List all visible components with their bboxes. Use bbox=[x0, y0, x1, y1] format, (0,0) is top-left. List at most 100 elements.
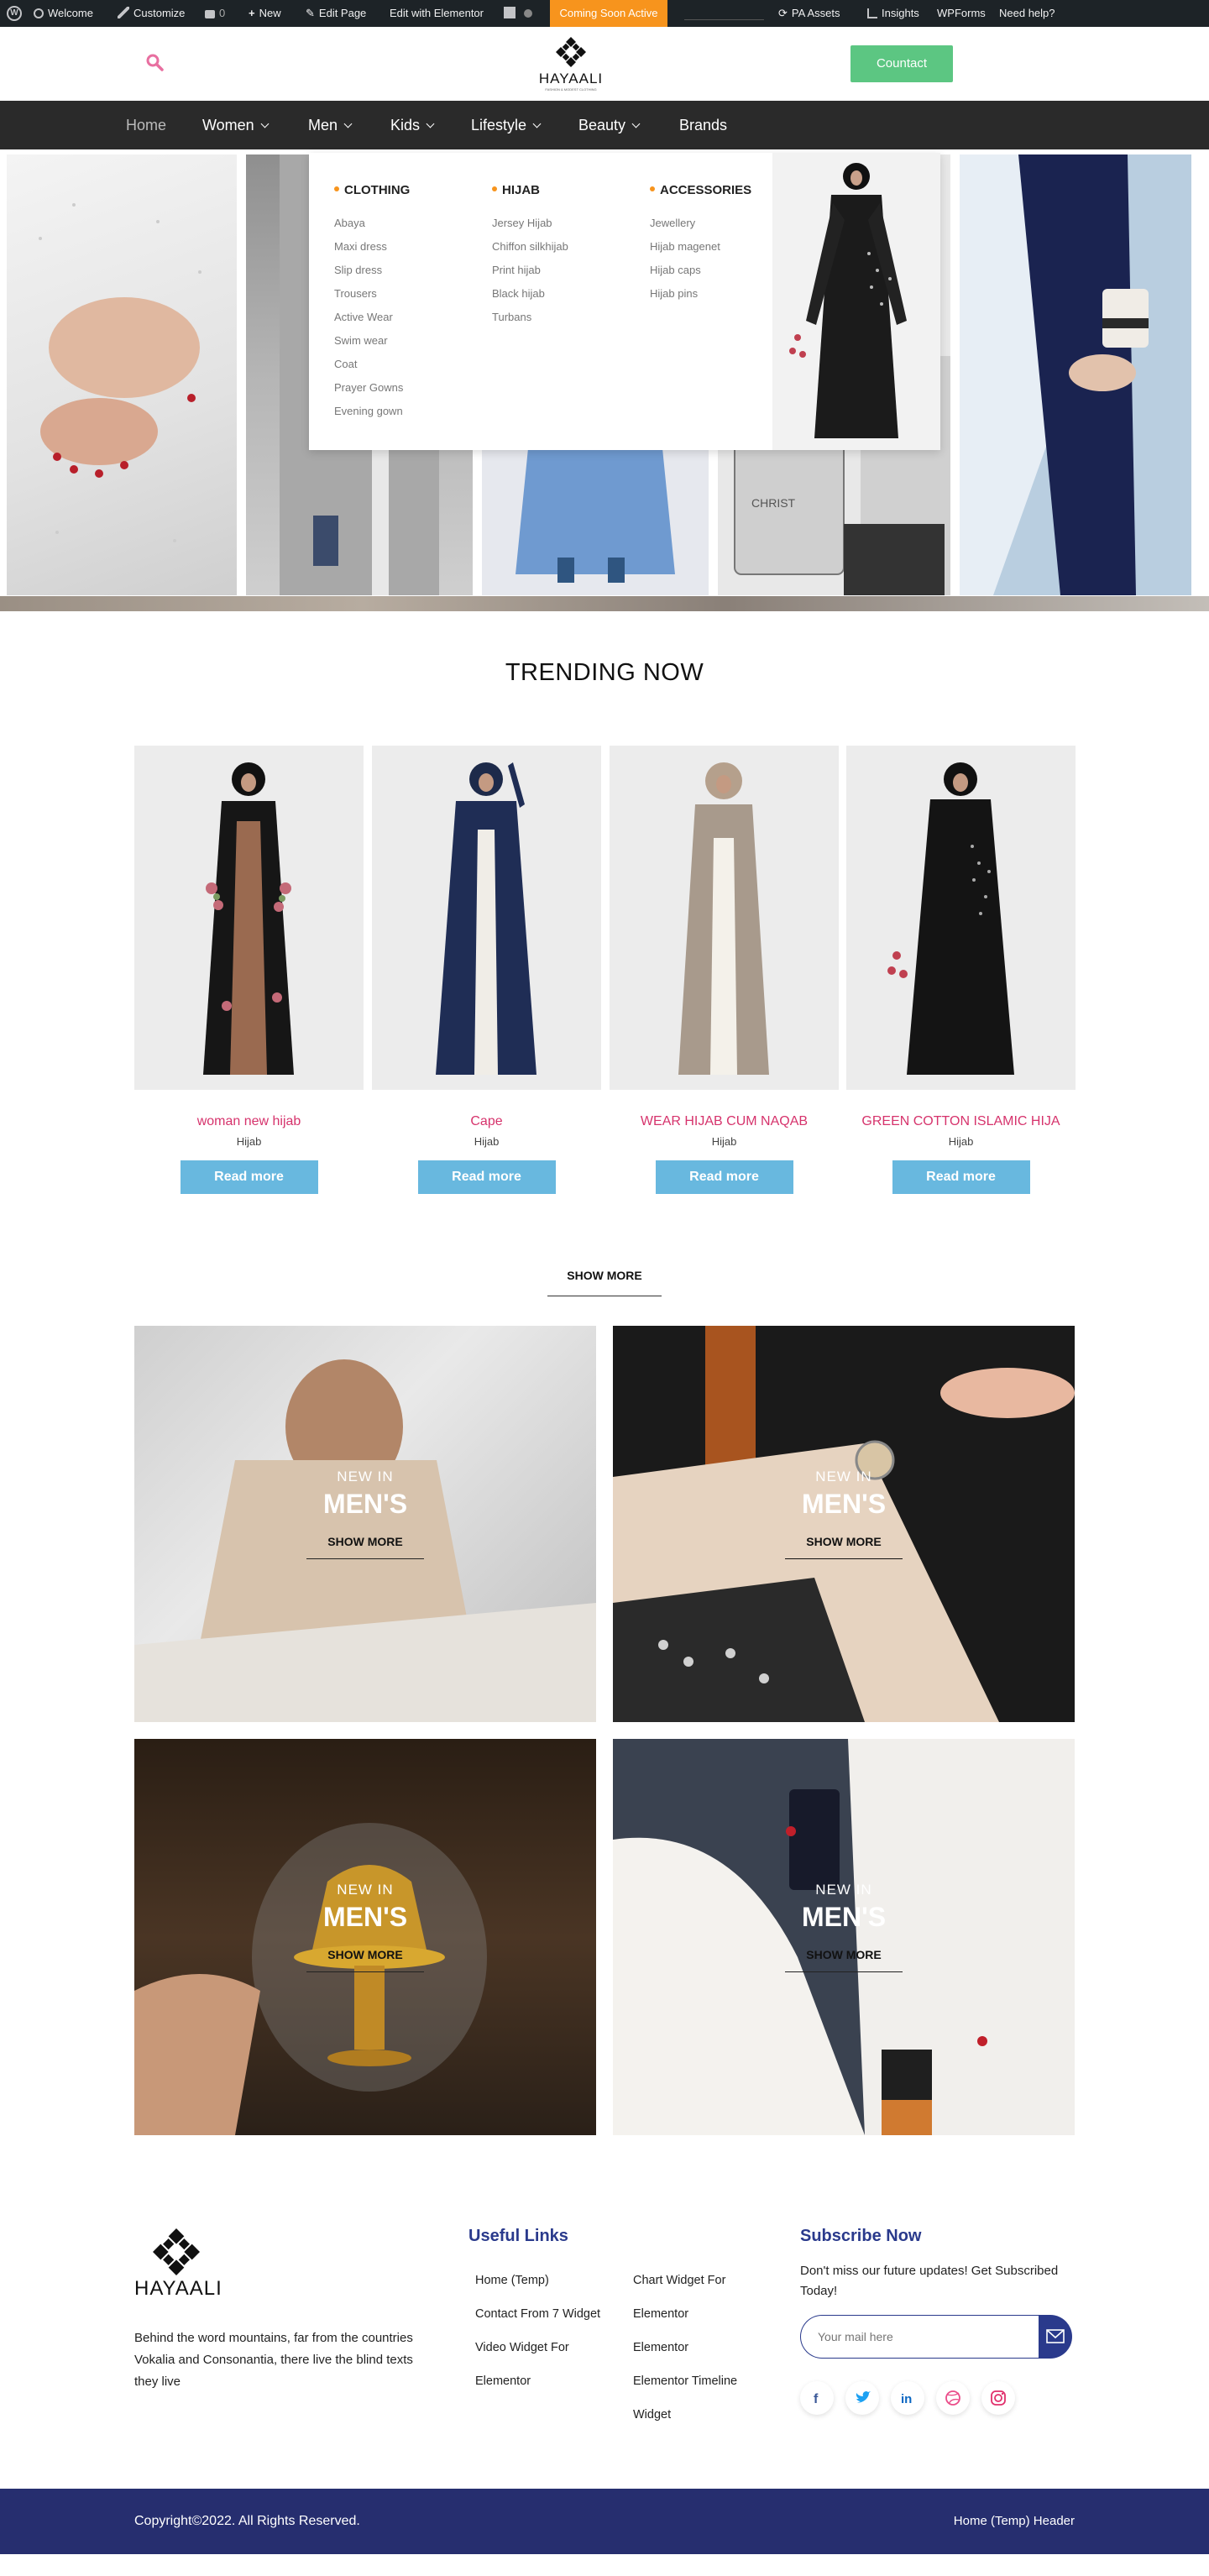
footer-link[interactable]: Chart Widget For bbox=[633, 2264, 725, 2297]
mega-link[interactable]: Swim wear bbox=[334, 329, 410, 353]
envelope-icon bbox=[1046, 2329, 1065, 2343]
nav-item-kids[interactable]: Kids bbox=[390, 101, 435, 149]
read-more-button[interactable]: Read more bbox=[655, 1160, 793, 1194]
nav-item-men[interactable]: Men bbox=[308, 101, 353, 149]
product-card[interactable]: woman new hijab Hijab Read more bbox=[134, 746, 364, 1194]
read-more-button[interactable]: Read more bbox=[180, 1160, 318, 1194]
admin-need-help-label: Need help? bbox=[999, 7, 1055, 19]
twitter-icon[interactable] bbox=[845, 2381, 879, 2415]
linkedin-icon[interactable]: in bbox=[891, 2381, 924, 2415]
category-kicker: NEW IN bbox=[815, 1882, 872, 1898]
product-image[interactable] bbox=[610, 746, 839, 1090]
footer-link[interactable]: Video Widget For bbox=[475, 2331, 569, 2364]
search-icon[interactable] bbox=[144, 52, 166, 74]
mega-link[interactable]: Trousers bbox=[334, 282, 410, 306]
subscribe-text: Don't miss our future updates! Get Subsc… bbox=[800, 2264, 1059, 2298]
dribbble-icon[interactable] bbox=[936, 2381, 970, 2415]
mega-heading: CLOTHING bbox=[334, 183, 410, 198]
footer-link[interactable]: Elementor Timeline bbox=[633, 2364, 737, 2398]
admin-insights[interactable]: Insights bbox=[867, 0, 919, 27]
category-tile[interactable]: NEW IN MEN'S SHOW MORE bbox=[134, 1326, 596, 1722]
admin-insights-label: Insights bbox=[882, 7, 919, 19]
footer-link[interactable]: Widget bbox=[633, 2398, 671, 2432]
read-more-button[interactable]: Read more bbox=[417, 1160, 556, 1194]
email-field[interactable] bbox=[800, 2315, 1039, 2359]
product-image[interactable] bbox=[372, 746, 601, 1090]
category-show-more-button[interactable]: SHOW MORE bbox=[306, 1948, 424, 1972]
mega-link[interactable]: Evening gown bbox=[334, 400, 410, 423]
mega-link[interactable]: Hijab caps bbox=[650, 259, 751, 282]
site-footer: HAYAALI Behind the word mountains, far f… bbox=[0, 2183, 1209, 2489]
footer-link[interactable]: Elementor bbox=[475, 2364, 531, 2398]
category-tile[interactable]: NEW IN MEN'S SHOW MORE bbox=[613, 1326, 1075, 1722]
mega-link[interactable]: Active Wear bbox=[334, 306, 410, 329]
mega-link[interactable]: Coat bbox=[334, 353, 410, 376]
admin-search-field[interactable] bbox=[684, 7, 764, 20]
category-show-more-button[interactable]: SHOW MORE bbox=[306, 1535, 424, 1559]
nav-item-beauty[interactable]: Beauty bbox=[578, 101, 641, 149]
footer-bottom-link[interactable]: Home (Temp) Header bbox=[954, 2514, 1075, 2528]
category-tile[interactable]: NEW IN MEN'S SHOW MORE bbox=[613, 1739, 1075, 2135]
admin-customize[interactable]: Customize bbox=[118, 0, 185, 27]
subscribe-send-button[interactable] bbox=[1039, 2315, 1072, 2359]
mega-col-clothing: CLOTHING Abaya Maxi dress Slip dress Tro… bbox=[334, 183, 410, 423]
mega-link[interactable]: Slip dress bbox=[334, 259, 410, 282]
product-name[interactable]: woman new hijab bbox=[134, 1113, 364, 1130]
admin-comments[interactable]: 0 bbox=[205, 0, 225, 27]
instagram-icon[interactable] bbox=[981, 2381, 1015, 2415]
site-logo[interactable]: HAYAALI FASHION & MODEST CLOTHING bbox=[537, 34, 604, 94]
status-dot-icon bbox=[524, 0, 532, 27]
nav-item-home[interactable]: Home bbox=[126, 101, 166, 149]
mega-link[interactable]: Hijab pins bbox=[650, 282, 751, 306]
admin-edit-page[interactable]: ✎ Edit Page bbox=[306, 0, 366, 27]
show-more-button[interactable]: SHOW MORE bbox=[547, 1263, 662, 1296]
mega-link[interactable]: Prayer Gowns bbox=[334, 376, 410, 400]
mega-link[interactable]: Jewellery bbox=[650, 212, 751, 235]
nav-item-brands[interactable]: Brands bbox=[679, 101, 727, 149]
product-image[interactable] bbox=[846, 746, 1076, 1090]
admin-wpforms[interactable]: WPForms bbox=[937, 0, 986, 27]
mega-link[interactable]: Print hijab bbox=[492, 259, 568, 282]
mega-link[interactable]: Hijab magenet bbox=[650, 235, 751, 259]
product-image[interactable] bbox=[134, 746, 364, 1090]
mega-heading: HIJAB bbox=[492, 183, 568, 198]
read-more-button[interactable]: Read more bbox=[892, 1160, 1030, 1194]
product-name[interactable]: WEAR HIJAB CUM NAQAB bbox=[610, 1113, 839, 1130]
admin-new[interactable]: + New bbox=[249, 0, 281, 27]
footer-link[interactable]: Elementor bbox=[633, 2331, 688, 2364]
wordpress-logo-icon[interactable] bbox=[7, 6, 22, 21]
mega-link[interactable]: Black hijab bbox=[492, 282, 568, 306]
product-card[interactable]: GREEN COTTON ISLAMIC HIJA Hijab Read mor… bbox=[846, 746, 1076, 1194]
admin-welcome[interactable]: Welcome bbox=[34, 0, 93, 27]
product-name[interactable]: Cape bbox=[372, 1113, 601, 1130]
mega-link[interactable]: Turbans bbox=[492, 306, 568, 329]
footer-logo[interactable]: HAYAALI bbox=[134, 2228, 222, 2304]
product-card[interactable]: Cape Hijab Read more bbox=[372, 746, 601, 1194]
admin-edit-elementor[interactable]: Edit with Elementor bbox=[390, 0, 484, 27]
category-show-more-button[interactable]: SHOW MORE bbox=[785, 1535, 903, 1559]
mega-link[interactable]: Maxi dress bbox=[334, 235, 410, 259]
yoast-icon[interactable] bbox=[504, 0, 516, 27]
admin-need-help[interactable]: Need help? bbox=[999, 0, 1055, 27]
nav-item-lifestyle[interactable]: Lifestyle bbox=[471, 101, 542, 149]
chevron-down-icon bbox=[426, 119, 435, 128]
product-name[interactable]: GREEN COTTON ISLAMIC HIJA bbox=[846, 1113, 1076, 1130]
product-card[interactable]: WEAR HIJAB CUM NAQAB Hijab Read more bbox=[610, 746, 839, 1194]
mega-link[interactable]: Chiffon silkhijab bbox=[492, 235, 568, 259]
category-show-more-button[interactable]: SHOW MORE bbox=[785, 1948, 903, 1972]
footer-link[interactable]: Elementor bbox=[633, 2297, 688, 2331]
nav-item-women[interactable]: Women bbox=[202, 101, 270, 149]
category-tile[interactable]: NEW IN MEN'S SHOW MORE bbox=[134, 1739, 596, 2135]
copyright-text: Copyright©2022. All Rights Reserved. bbox=[134, 2514, 360, 2528]
mega-link[interactable]: Jersey Hijab bbox=[492, 212, 568, 235]
admin-pa-assets[interactable]: ⟳ PA Assets bbox=[778, 0, 840, 27]
footer-link[interactable]: Contact From 7 Widget bbox=[475, 2297, 600, 2331]
facebook-icon[interactable]: f bbox=[800, 2381, 834, 2415]
mega-link[interactable]: Abaya bbox=[334, 212, 410, 235]
coming-soon-badge[interactable]: Coming Soon Active bbox=[550, 0, 667, 27]
footer-link[interactable]: Home (Temp) bbox=[475, 2264, 549, 2297]
product-category: Hijab bbox=[948, 1135, 974, 1148]
contact-button[interactable]: Countact bbox=[850, 45, 953, 82]
mega-col-accessories: ACCESSORIES Jewellery Hijab magenet Hija… bbox=[650, 183, 751, 306]
plus-icon: + bbox=[249, 7, 255, 19]
